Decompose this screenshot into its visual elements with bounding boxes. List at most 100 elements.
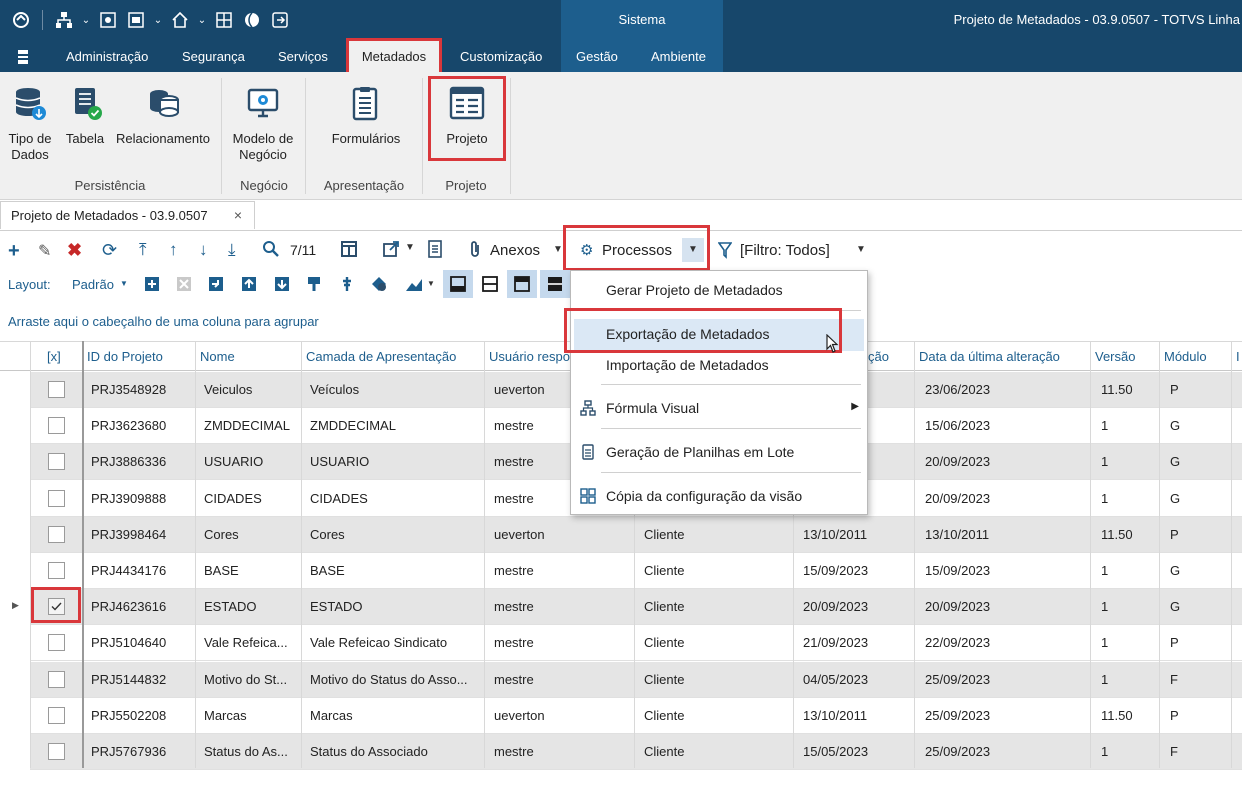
column-divider xyxy=(1231,341,1232,768)
chevron-down-icon[interactable]: ▼ xyxy=(427,279,435,288)
header-versao[interactable]: Versão xyxy=(1095,349,1135,364)
row-checkbox[interactable] xyxy=(48,489,65,507)
chevron-down-icon[interactable]: ⌄ xyxy=(153,9,163,31)
panel-middle-icon[interactable] xyxy=(481,275,499,298)
row-checkbox[interactable] xyxy=(48,670,65,688)
menu-metadados[interactable]: Metadados xyxy=(346,38,442,72)
globe-icon[interactable] xyxy=(241,9,263,31)
menu-geracao-planilhas[interactable]: Geração de Planilhas em Lote xyxy=(571,437,869,467)
chevron-down-icon[interactable]: ▼ xyxy=(856,244,866,255)
edit-icon[interactable]: ✎ xyxy=(38,241,51,261)
table-check-icon xyxy=(71,86,105,125)
header-id-projeto[interactable]: ID do Projeto xyxy=(87,349,163,364)
header-data-alteracao[interactable]: Data da última alteração xyxy=(919,349,1060,364)
table-row[interactable]: PRJ5767936 Status do As... Status do Assoc… xyxy=(30,734,1242,770)
table-row[interactable]: PRJ3998464 Cores Cores ueverton Cliente 13/10… xyxy=(30,516,1242,553)
export-icon[interactable] xyxy=(382,240,400,263)
color-icon[interactable] xyxy=(370,275,388,298)
row-checkbox[interactable] xyxy=(48,562,65,579)
anexos-button[interactable]: Anexos xyxy=(490,242,540,259)
filter-label[interactable]: [Filtro: Todos] xyxy=(740,242,830,259)
header-criacao[interactable]: ção xyxy=(868,349,889,364)
chevron-down-icon[interactable]: ▼ xyxy=(120,279,128,288)
delete-icon[interactable]: ✖ xyxy=(67,240,82,261)
ribbon-formularios[interactable]: Formulários xyxy=(318,131,414,147)
menu-gerar-projeto[interactable]: Gerar Projeto de Metadados xyxy=(571,275,869,305)
layout-select[interactable]: Padrão xyxy=(72,277,114,292)
upload-layout-icon[interactable] xyxy=(240,275,258,298)
menu-seguranca[interactable]: Segurança xyxy=(182,49,245,64)
row-checkbox[interactable] xyxy=(48,525,65,543)
window-icon[interactable] xyxy=(125,9,147,31)
row-checkbox[interactable] xyxy=(48,706,65,724)
panel-full-icon[interactable] xyxy=(540,270,570,298)
table-row[interactable]: PRJ4623616 ESTADO ESTADO mestre Cliente 20/09… xyxy=(30,589,1242,626)
previous-record-icon[interactable]: ↑ xyxy=(169,240,178,260)
panel-bottom-icon[interactable] xyxy=(443,270,473,298)
first-record-icon[interactable]: ⤒ xyxy=(139,240,147,260)
menu-customizacao[interactable]: Customização xyxy=(460,49,542,64)
menu-formula-visual-label: Fórmula Visual xyxy=(606,400,700,416)
chevron-down-icon[interactable]: ▼ xyxy=(405,242,415,253)
row-checkbox[interactable] xyxy=(48,453,65,471)
group-by-hint[interactable]: Arraste aqui o cabeçalho de uma coluna p… xyxy=(8,314,319,329)
refresh-icon[interactable]: ⟳ xyxy=(102,240,117,261)
save-layout-icon[interactable] xyxy=(207,275,225,298)
row-checkbox[interactable] xyxy=(48,743,65,760)
table-row[interactable]: PRJ5502208 Marcas Marcas ueverton Cliente 13/… xyxy=(30,698,1242,734)
cell-usuario: mestre xyxy=(494,599,534,615)
cell-modulo: P xyxy=(1170,635,1179,651)
columns-icon[interactable] xyxy=(340,240,358,263)
header-usuario[interactable]: Usuário respo xyxy=(489,349,570,364)
hierarchy-icon[interactable] xyxy=(53,9,75,31)
system-icon[interactable] xyxy=(10,9,32,31)
chart-icon[interactable] xyxy=(404,275,424,298)
view-icon[interactable] xyxy=(97,9,119,31)
table-row[interactable]: PRJ4434176 BASE BASE mestre Cliente 15/09/202… xyxy=(30,553,1242,589)
chevron-down-icon[interactable]: ⌄ xyxy=(197,9,207,31)
chevron-down-icon[interactable]: ⌄ xyxy=(81,9,91,31)
menu-administracao[interactable]: Administração xyxy=(66,49,148,64)
filter-icon[interactable] xyxy=(717,241,733,263)
menu-formula-visual[interactable]: Fórmula Visual ▶ xyxy=(571,393,869,423)
ribbon-tipo-de-dados[interactable]: Tipo de Dados xyxy=(6,131,54,163)
cell-data-alteracao: 13/10/2011 xyxy=(925,526,990,542)
menu-servicos[interactable]: Serviços xyxy=(278,49,328,64)
grid-icon[interactable] xyxy=(213,9,235,31)
add-icon[interactable]: + xyxy=(8,240,20,263)
search-icon[interactable] xyxy=(262,240,280,263)
row-checkbox[interactable] xyxy=(48,634,65,652)
app-menu-icon[interactable] xyxy=(12,46,34,68)
next-record-icon[interactable]: ↓ xyxy=(199,240,208,260)
grid-copy-icon xyxy=(580,488,596,507)
close-icon[interactable]: × xyxy=(234,207,242,223)
header-select[interactable]: [x] xyxy=(47,349,61,364)
row-checkbox[interactable] xyxy=(48,417,65,435)
ribbon-relacionamento[interactable]: Relacionamento xyxy=(114,131,212,147)
document-tab[interactable]: Projeto de Metadados - 03.9.0507 × xyxy=(0,201,255,229)
add-layout-icon[interactable] xyxy=(143,275,161,298)
ribbon-modelo-de-negocio[interactable]: Modelo de Negócio xyxy=(226,131,300,163)
report-icon[interactable] xyxy=(427,240,443,263)
header-extra[interactable]: I xyxy=(1236,349,1240,364)
row-checkbox[interactable] xyxy=(48,381,65,398)
header-nome[interactable]: Nome xyxy=(200,349,235,364)
header-modulo[interactable]: Módulo xyxy=(1164,349,1207,364)
exit-icon[interactable] xyxy=(269,9,291,31)
home-icon[interactable] xyxy=(169,9,191,31)
chevron-down-icon[interactable]: ▼ xyxy=(553,244,563,255)
table-row[interactable]: PRJ5104640 Vale Refeica... Vale Refeicao S… xyxy=(30,625,1242,662)
ribbon-tabela[interactable]: Tabela xyxy=(62,131,108,147)
paint-icon[interactable] xyxy=(306,275,322,298)
header-camada[interactable]: Camada de Apresentação xyxy=(306,349,456,364)
pin-icon[interactable] xyxy=(339,275,355,298)
menu-gestao[interactable]: Gestão xyxy=(576,49,618,64)
panel-top-icon[interactable] xyxy=(507,270,537,298)
menu-importacao[interactable]: Importação de Metadados xyxy=(571,350,869,380)
last-record-icon[interactable]: ⤓ xyxy=(228,240,236,260)
cell-modulo: P xyxy=(1170,382,1179,397)
menu-copia-configuracao[interactable]: Cópia da configuração da visão xyxy=(571,481,869,511)
menu-ambiente[interactable]: Ambiente xyxy=(651,49,706,64)
table-row[interactable]: PRJ5144832 Motivo do St... Motivo do Statu… xyxy=(30,661,1242,698)
download-layout-icon[interactable] xyxy=(273,275,291,298)
